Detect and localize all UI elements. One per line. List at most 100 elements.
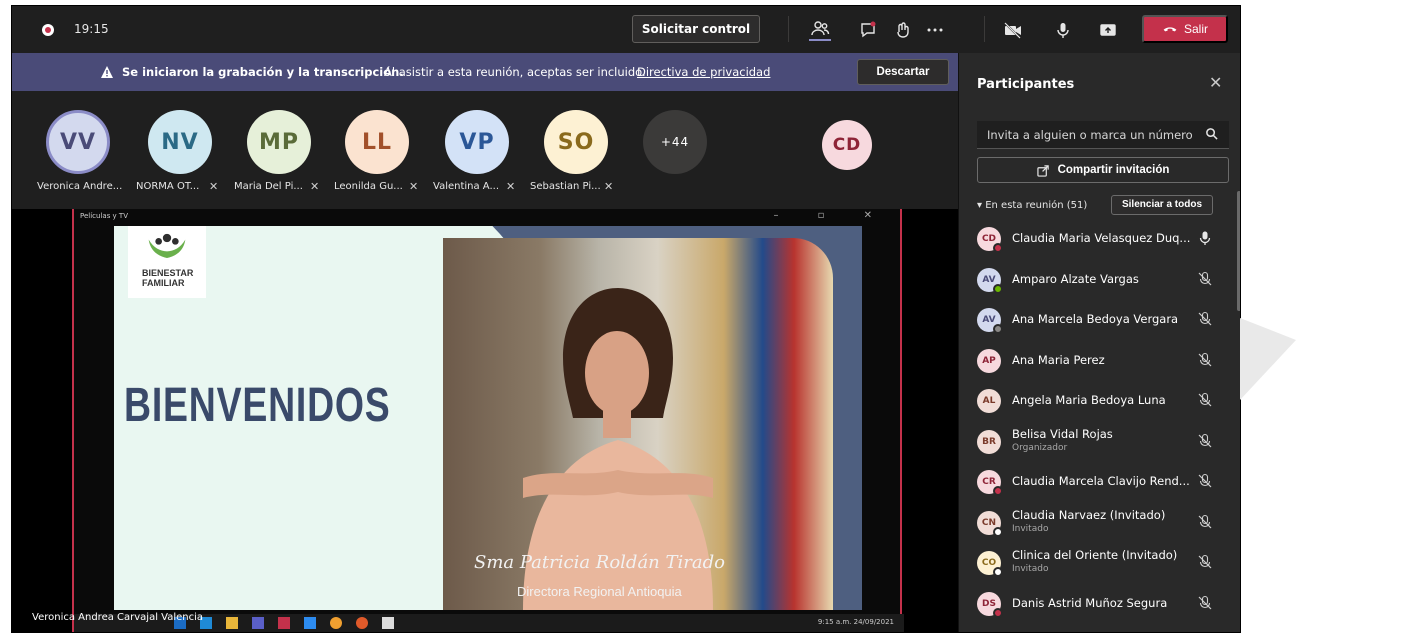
movies-app-icon[interactable] — [382, 617, 394, 629]
welcome-heading: BIENVENIDOS — [124, 379, 391, 432]
avatar[interactable]: SO — [544, 110, 608, 174]
participant-name: Claudia Narvaez (Invitado) — [1012, 507, 1166, 522]
participants-panel: Participantes ✕ Compartir invitación ▾ E… — [958, 53, 1240, 632]
participant-name: Amparo Alzate Vargas — [1012, 271, 1139, 286]
mic-off-icon[interactable] — [1197, 352, 1213, 368]
participant-row[interactable]: BR Belisa Vidal Rojas Organizador — [977, 424, 1229, 460]
privacy-policy-link[interactable]: Directiva de privacidad — [637, 65, 770, 79]
reactions-icon[interactable] — [892, 19, 914, 41]
background-shape — [1240, 318, 1296, 400]
chat-icon[interactable] — [857, 19, 879, 41]
toolbar-divider — [984, 16, 985, 42]
avatar-initials: VP — [459, 129, 495, 155]
avatar-initials: NV — [161, 129, 199, 155]
phone-hangup-icon — [1163, 27, 1177, 32]
presence-status-icon — [993, 243, 1003, 253]
shared-screen: Películas y TV – ▫ ✕ BIENESTAR FAMILIAR … — [12, 209, 958, 632]
presence-status-icon — [993, 486, 1003, 496]
close-icon[interactable]: ✕ — [1209, 73, 1222, 92]
recording-banner: Se iniciaron la grabación y la transcrip… — [12, 53, 958, 91]
mic-off-icon: ✕ — [409, 180, 419, 193]
microphone-icon[interactable] — [1052, 19, 1074, 41]
firefox-icon[interactable] — [356, 617, 368, 629]
pdf-icon[interactable] — [278, 617, 290, 629]
avatar-initials: LL — [361, 129, 393, 155]
explorer-icon[interactable] — [226, 617, 238, 629]
participant-row[interactable]: DS Danis Astrid Muñoz Segura — [977, 586, 1229, 622]
share-invite-button[interactable]: Compartir invitación — [977, 157, 1229, 183]
mic-off-icon[interactable] — [1197, 311, 1213, 327]
avatar-name: NORMA OT... — [136, 181, 200, 192]
leave-button[interactable]: Salir — [1142, 15, 1228, 43]
speaker-caption-role: Directora Regional Antioquia — [517, 584, 682, 599]
avatar[interactable]: LL — [345, 110, 409, 174]
dismiss-button[interactable]: Descartar — [857, 59, 949, 85]
avatar-name: Sebastian Pi... — [530, 181, 601, 192]
request-control-button[interactable]: Solicitar control — [632, 15, 760, 43]
presence-status-icon — [993, 526, 1003, 537]
mute-all-button[interactable]: Silenciar a todos — [1111, 195, 1213, 215]
avatar-initials: +44 — [660, 135, 690, 149]
participant-name: Claudia Maria Velasquez Duq... — [1012, 231, 1191, 245]
avatar-initials: VV — [59, 129, 97, 155]
participant-row[interactable]: AV Amparo Alzate Vargas — [977, 262, 1229, 298]
avatar[interactable]: VP — [445, 110, 509, 174]
mic-off-icon: ✕ — [506, 180, 516, 193]
search-icon[interactable] — [1205, 127, 1218, 140]
avatar: BR — [977, 429, 1001, 454]
in-meeting-section[interactable]: ▾ En esta reunión (51) — [977, 200, 1087, 211]
leave-label: Salir — [1183, 22, 1208, 36]
teams-app-icon[interactable] — [252, 617, 264, 629]
participant-row[interactable]: CN Claudia Narvaez (Invitado) Invitado — [977, 505, 1229, 541]
mic-off-icon[interactable] — [1197, 554, 1213, 570]
participant-name: Angela Maria Bedoya Luna — [1012, 393, 1166, 407]
scrollbar[interactable] — [1237, 191, 1240, 311]
mic-off-icon[interactable] — [1197, 514, 1213, 530]
participant-name: Danis Astrid Muñoz Segura — [1012, 595, 1168, 610]
meeting-toolbar: 19:15 Solicitar control Salir — [12, 6, 1228, 52]
taskbar-apps — [174, 617, 394, 629]
meeting-timer: 19:15 — [74, 22, 109, 36]
avatar-initials: MP — [258, 129, 300, 155]
participant-gallery: VV Veronica Andre... NV NORMA OT... ✕ MP… — [12, 92, 958, 209]
more-actions-icon[interactable] — [924, 19, 946, 41]
mic-off-icon: ✕ — [604, 180, 614, 193]
app-icon[interactable] — [304, 617, 316, 629]
window-controls: – ▫ ✕ — [773, 210, 890, 221]
microphone-icon[interactable] — [1197, 230, 1213, 246]
more-participants-avatar[interactable]: +44 — [643, 110, 707, 174]
participant-row[interactable]: AL Angela Maria Bedoya Luna — [977, 383, 1229, 419]
participant-role: Invitado — [1012, 564, 1049, 574]
presence-status-icon — [993, 607, 1003, 618]
mic-off-icon[interactable] — [1197, 392, 1213, 408]
mic-off-icon[interactable] — [1197, 473, 1213, 489]
avatar[interactable]: NV — [148, 110, 212, 174]
avatar-name: Valentina A... — [433, 181, 500, 192]
share-screen-icon[interactable] — [1097, 19, 1119, 41]
participants-icon[interactable] — [809, 19, 831, 41]
family-logo-icon — [148, 233, 186, 258]
participant-row[interactable]: AV Ana Marcela Bedoya Vergara — [977, 302, 1229, 338]
invite-search-input[interactable] — [977, 121, 1229, 149]
avatar-initials: SO — [557, 129, 595, 155]
banner-message: Al asistir a esta reunión, aceptas ser i… — [384, 65, 646, 79]
participant-row[interactable]: CR Claudia Marcela Clavijo Rend... — [977, 464, 1229, 500]
mic-off-icon[interactable] — [1197, 595, 1213, 611]
avatar: AL — [977, 389, 1001, 413]
logo-text: FAMILIAR — [142, 278, 185, 288]
participant-row[interactable]: CD Claudia Maria Velasquez Duq... — [977, 221, 1229, 257]
avatar[interactable]: VV — [46, 110, 110, 174]
banner-title: Se iniciaron la grabación y la transcrip… — [122, 65, 404, 79]
mic-off-icon[interactable] — [1197, 433, 1213, 449]
participant-row[interactable]: CO Clinica del Oriente (Invitado) Invitado — [977, 545, 1229, 581]
participant-row[interactable]: AP Ana Maria Perez — [977, 343, 1229, 379]
shared-window: Películas y TV – ▫ ✕ BIENESTAR FAMILIAR … — [72, 209, 904, 632]
avatar[interactable]: CD — [822, 120, 872, 170]
recording-icon — [42, 24, 54, 36]
mic-off-icon[interactable] — [1197, 271, 1213, 287]
avatar[interactable]: MP — [247, 110, 311, 174]
panel-title: Participantes — [977, 77, 1075, 92]
camera-off-icon[interactable] — [1002, 19, 1024, 41]
presence-status-icon — [993, 567, 1003, 577]
chrome-icon[interactable] — [330, 617, 342, 629]
